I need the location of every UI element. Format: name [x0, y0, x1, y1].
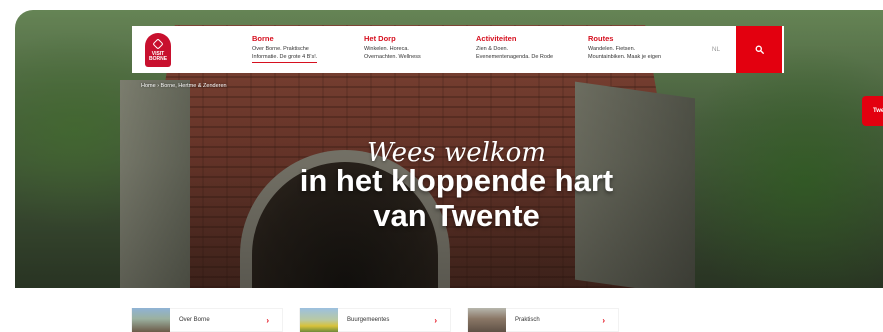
quick-link-label: Over Borne: [179, 317, 210, 323]
nav-item-description: Winkelen. Horeca. Overnachten. Wellness: [364, 46, 421, 60]
chevron-right-icon: ›: [266, 315, 269, 325]
chevron-right-icon: ›: [434, 315, 437, 325]
page: VISIT BORNE Borne Over Borne. Praktische…: [0, 0, 883, 332]
language-switch[interactable]: NL: [696, 26, 736, 73]
twente-side-tab[interactable]: Twe: [862, 96, 883, 126]
nav-item-het-dorp[interactable]: Het Dorp Winkelen. Horeca. Overnachten. …: [364, 26, 476, 73]
logo-text: VISIT BORNE: [148, 50, 168, 62]
visit-borne-logo[interactable]: VISIT BORNE: [132, 26, 184, 73]
search-icon: [755, 45, 764, 54]
quick-link-thumbnail: [468, 308, 506, 332]
nav-item-description: Wandelen. Fietsen. Mountainbiken. Maak j…: [588, 46, 662, 60]
nav-item-title: Borne: [252, 34, 274, 43]
nav-item-title: Het Dorp: [364, 34, 396, 43]
quick-link-thumbnail: [132, 308, 170, 332]
nav-item-title: Activiteiten: [476, 34, 517, 43]
nav-item-activiteiten[interactable]: Activiteiten Zien & Doen. Evenementenage…: [476, 26, 588, 73]
nav-item-description: Over Borne. Praktische Informatie. De gr…: [252, 45, 318, 63]
quick-link-over-borne[interactable]: Over Borne ›: [131, 308, 283, 332]
main-navigation: VISIT BORNE Borne Over Borne. Praktische…: [132, 26, 784, 73]
quick-link-thumbnail: [300, 308, 338, 332]
quick-link-praktisch[interactable]: Praktisch ›: [467, 308, 619, 332]
nav-item-description: Zien & Doen. Evenementenagenda. De Rode: [476, 46, 554, 60]
breadcrumb[interactable]: Home › Borne, Hertme & Zenderen: [141, 83, 227, 89]
search-button[interactable]: [736, 26, 782, 73]
quick-link-buurgemeentes[interactable]: Buurgemeentes ›: [299, 308, 451, 332]
heart-icon: [152, 37, 164, 50]
chevron-right-icon: ›: [602, 315, 605, 325]
nav-item-title: Routes: [588, 34, 614, 43]
quick-link-label: Praktisch: [515, 317, 540, 323]
page-title-line-1: in het kloppende hart: [299, 163, 614, 198]
quick-link-label: Buurgemeentes: [347, 317, 390, 323]
nav-item-borne[interactable]: Borne Over Borne. Praktische Informatie.…: [252, 26, 364, 73]
nav-item-routes[interactable]: Routes Wandelen. Fietsen. Mountainbiken.…: [588, 26, 696, 73]
page-title-line-2: van Twente: [373, 198, 540, 233]
logo-mark: VISIT BORNE: [145, 32, 171, 67]
page-title: in het kloppende hart van Twente: [0, 163, 883, 233]
